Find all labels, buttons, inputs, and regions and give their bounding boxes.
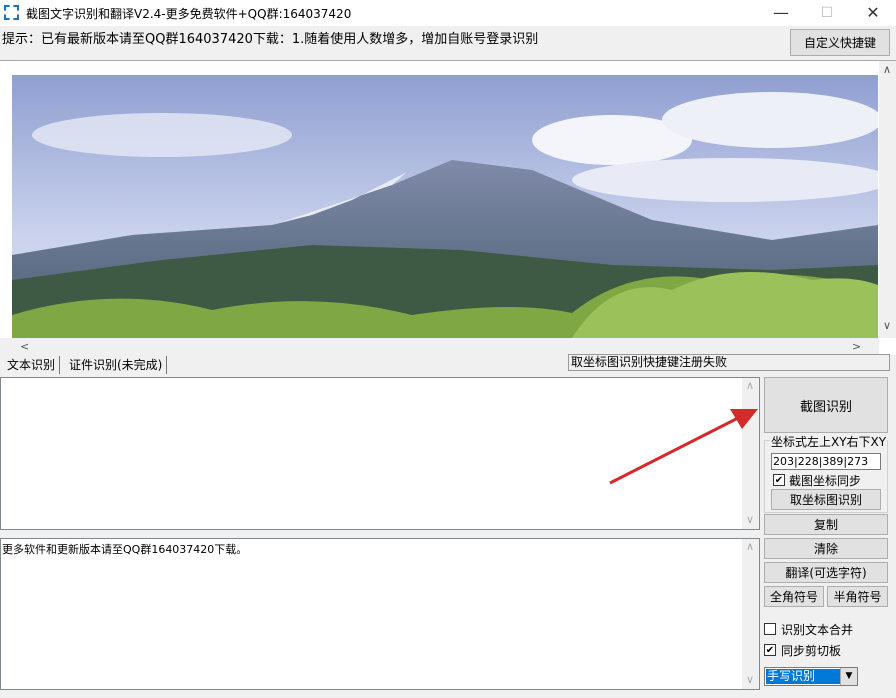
screenshot-recognize-button[interactable]: 截图识别 bbox=[764, 377, 888, 433]
scroll-up-icon[interactable]: ∧ bbox=[746, 540, 754, 553]
app-icon bbox=[4, 5, 19, 20]
coordinate-group-label: 坐标式左上XY右下XY bbox=[770, 433, 888, 450]
scroll-left-icon[interactable]: < bbox=[20, 340, 29, 353]
minimize-button[interactable]: — bbox=[758, 0, 804, 26]
sync-coord-checkbox[interactable]: ✔ bbox=[773, 474, 785, 486]
sync-clipboard-label: 同步剪切板 bbox=[781, 644, 842, 658]
sync-clipboard-checkbox[interactable]: ✔ bbox=[764, 644, 776, 656]
horizontal-scrollbar[interactable]: < > bbox=[0, 338, 879, 355]
vertical-scrollbar[interactable]: ∧ ∨ bbox=[879, 61, 896, 338]
scroll-down-icon[interactable]: ∨ bbox=[746, 513, 754, 526]
tab-id-recognition[interactable]: 证件识别(未完成) bbox=[65, 356, 168, 374]
merge-text-checkbox[interactable] bbox=[764, 623, 776, 635]
landscape-image bbox=[12, 75, 878, 338]
recognition-mode-value[interactable]: 手写识别 bbox=[766, 669, 840, 684]
copy-button[interactable]: 复制 bbox=[764, 514, 888, 535]
close-button[interactable]: ✕ bbox=[850, 0, 896, 26]
chevron-down-icon[interactable]: ▼ bbox=[840, 668, 857, 685]
output-text: 更多软件和更新版本请至QQ群164037420下载。 bbox=[2, 543, 248, 556]
merge-text-label: 识别文本合并 bbox=[781, 623, 854, 637]
maximize-button[interactable]: ☐ bbox=[804, 0, 850, 26]
coord-capture-button[interactable]: 取坐标图识别 bbox=[771, 489, 881, 510]
clear-button[interactable]: 清除 bbox=[764, 538, 888, 559]
sync-coord-label: 截图坐标同步 bbox=[789, 474, 862, 488]
fullwidth-symbol-button[interactable]: 全角符号 bbox=[764, 586, 824, 607]
scroll-right-icon[interactable]: > bbox=[852, 340, 861, 353]
window-title: 截图文字识别和翻译V2.4-更多免费软件+QQ群:164037420 bbox=[26, 7, 352, 21]
translate-button[interactable]: 翻译(可选字符) bbox=[764, 562, 888, 583]
hint-text: 提示：已有最新版本请至QQ群164037420下载：1.随着使用人数增多，增加自… bbox=[2, 32, 539, 47]
scroll-down-icon[interactable]: ∨ bbox=[746, 673, 754, 686]
coordinate-input[interactable]: 203|228|389|273 bbox=[771, 453, 881, 470]
custom-shortcut-button[interactable]: 自定义快捷键 bbox=[790, 29, 890, 56]
scroll-down-icon[interactable]: ∨ bbox=[883, 319, 891, 332]
tab-text-recognition[interactable]: 文本识别 bbox=[3, 356, 61, 374]
output-scrollbar[interactable]: ∧ ∨ bbox=[742, 539, 759, 689]
scroll-up-icon[interactable]: ∧ bbox=[746, 379, 754, 392]
result-output-area[interactable]: ∧ ∨ bbox=[0, 538, 760, 690]
halfwidth-symbol-button[interactable]: 半角符号 bbox=[827, 586, 888, 607]
scroll-up-icon[interactable]: ∧ bbox=[883, 63, 891, 76]
red-arrow-annotation bbox=[609, 409, 758, 485]
status-message: 取坐标图识别快捷键注册失败 bbox=[568, 354, 890, 371]
